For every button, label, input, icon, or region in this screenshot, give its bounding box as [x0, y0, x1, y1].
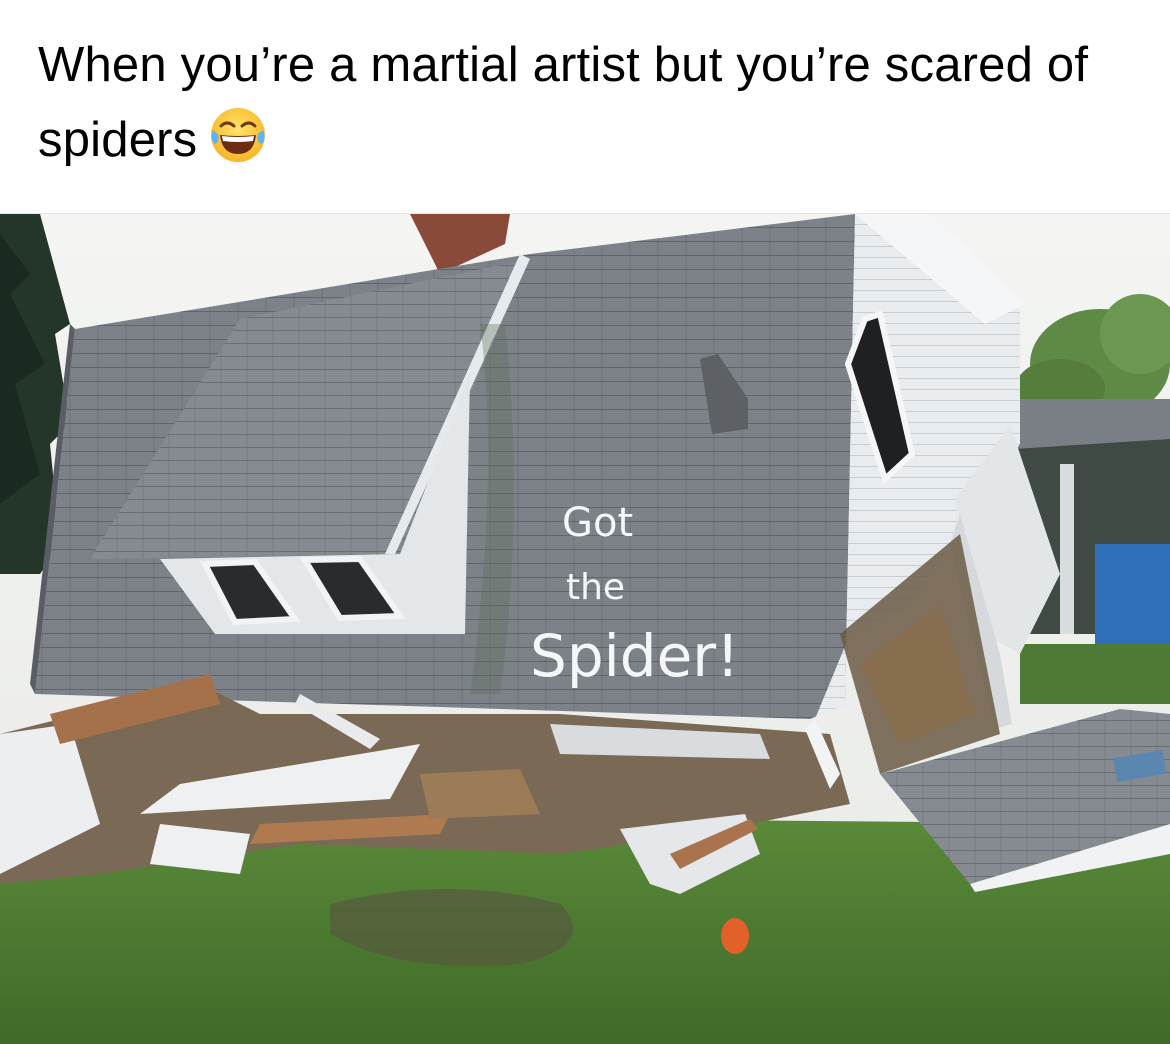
graffiti-line-3: Spider!	[530, 622, 739, 690]
post-caption: When you’re a martial artist but you’re …	[38, 28, 1138, 178]
graffiti-line-2: the	[566, 567, 625, 608]
graffiti-line-1: Got	[562, 500, 633, 546]
caption-text: When you’re a martial artist but you’re …	[38, 38, 1089, 167]
post-caption-area: When you’re a martial artist but you’re …	[0, 0, 1170, 213]
collapsed-house-photo: Got the Spider!	[0, 214, 1170, 1044]
orange-object	[721, 918, 749, 954]
laughing-crying-emoji-icon	[207, 104, 269, 166]
meme-photo: Got the Spider!	[0, 213, 1170, 1044]
